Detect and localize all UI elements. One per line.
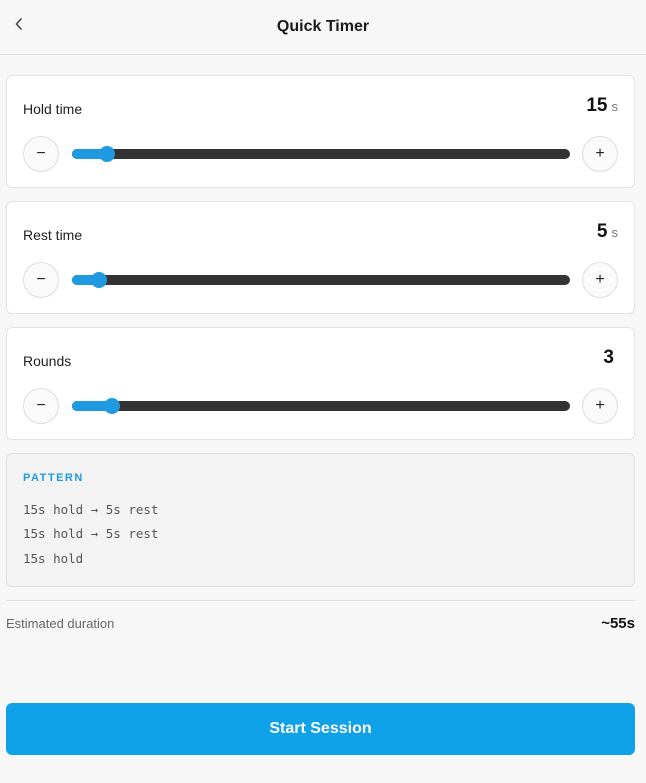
divider [6, 600, 635, 601]
rest-time-card: Rest time 5 s − + [6, 201, 635, 314]
rest-time-number: 5 [596, 221, 608, 242]
pattern-title: PATTERN [23, 472, 84, 484]
rest-time-label: Rest time [23, 227, 83, 243]
rest-time-decrement-button[interactable]: − [23, 262, 59, 298]
slider-thumb[interactable] [99, 146, 115, 162]
slider-thumb[interactable] [104, 398, 120, 414]
hold-time-unit: s [611, 99, 619, 114]
rounds-increment-button[interactable]: + [582, 388, 618, 424]
hold-time-card: Hold time 15 s − + [6, 75, 635, 188]
rounds-value: 3 [603, 347, 618, 369]
slider-thumb[interactable] [91, 272, 107, 288]
estimated-duration-value: ~55s [601, 615, 635, 632]
hold-time-decrement-button[interactable]: − [23, 136, 59, 172]
rest-time-unit: s [611, 225, 619, 240]
app-header: Quick Timer [0, 0, 646, 55]
hold-time-slider[interactable] [72, 146, 570, 162]
rounds-label: Rounds [23, 353, 72, 369]
rest-time-increment-button[interactable]: + [582, 262, 618, 298]
pattern-line: 15s hold → 5s rest [23, 526, 159, 541]
page-title: Quick Timer [276, 18, 370, 35]
slider-track [72, 149, 570, 159]
slider-track [72, 401, 570, 411]
rest-time-slider[interactable] [72, 272, 570, 288]
hold-time-value: 15 s [586, 95, 618, 117]
pattern-line: 15s hold [23, 551, 84, 566]
estimated-duration-label: Estimated duration [6, 616, 115, 631]
chevron-left-icon [15, 18, 22, 30]
slider-track [72, 275, 570, 285]
rounds-card: Rounds 3 − + [6, 327, 635, 440]
hold-time-label: Hold time [23, 101, 83, 117]
pattern-line: 15s hold → 5s rest [23, 502, 159, 517]
rounds-decrement-button[interactable]: − [23, 388, 59, 424]
hold-time-increment-button[interactable]: + [582, 136, 618, 172]
rounds-slider[interactable] [72, 398, 570, 414]
hold-time-number: 15 [586, 95, 608, 116]
rest-time-value: 5 s [597, 221, 618, 243]
start-session-button[interactable]: Start Session [6, 703, 635, 755]
pattern-panel: PATTERN 15s hold → 5s rest 15s hold → 5s… [6, 453, 635, 587]
rounds-number: 3 [603, 347, 614, 368]
back-button[interactable] [8, 11, 30, 37]
